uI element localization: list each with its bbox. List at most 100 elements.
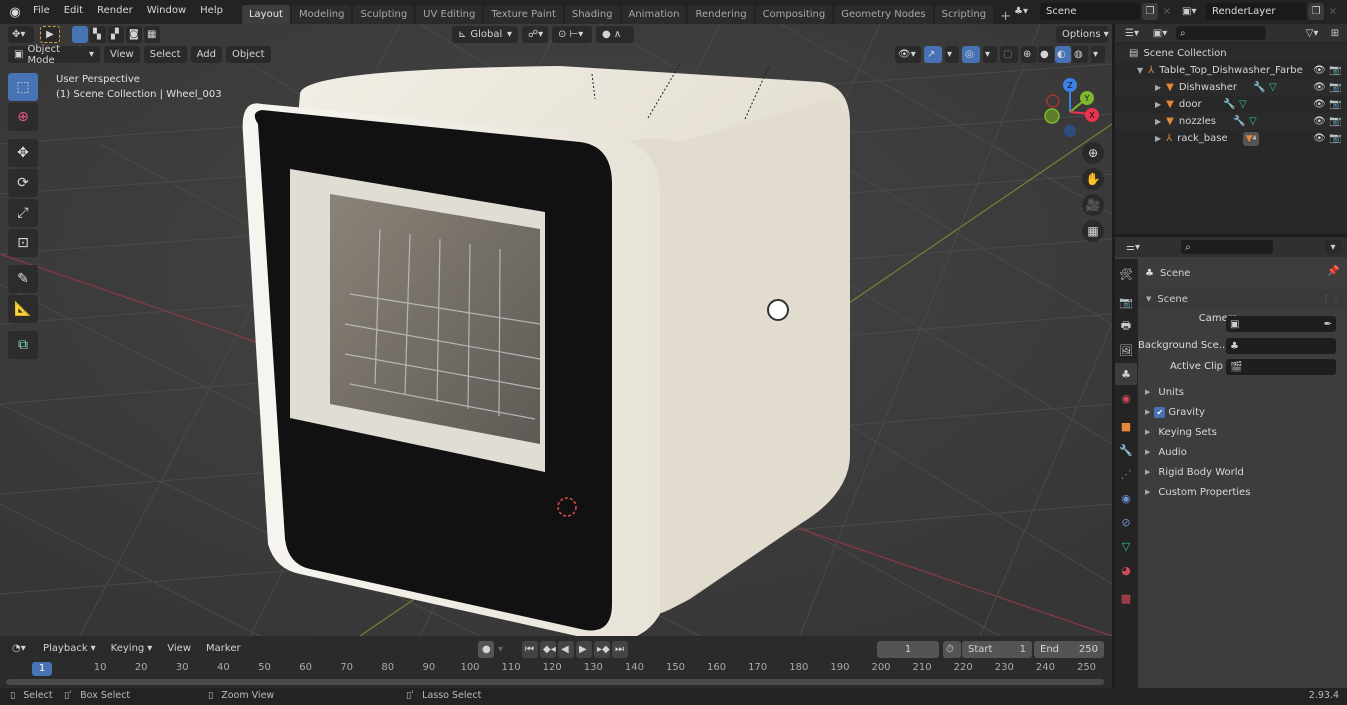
tool-add-cube[interactable]: ⧉: [8, 331, 38, 359]
play-reverse-button[interactable]: ◀: [558, 641, 574, 658]
tool-scale[interactable]: ⤢: [8, 199, 38, 227]
outliner-item[interactable]: ▶ ⅄ rack_base ▼ 4 👁 📷: [1115, 130, 1347, 147]
snap-dropdown[interactable]: ⊙ ⊢▾: [552, 26, 592, 43]
panel-scene-header[interactable]: ▼ Scene ⋮⋮: [1138, 289, 1347, 309]
tool-transform[interactable]: ⊡: [8, 229, 38, 257]
panel-units[interactable]: ▶ Units: [1145, 383, 1184, 401]
menu-help[interactable]: Help: [193, 0, 230, 24]
drag-handle-icon[interactable]: ⋮⋮: [1321, 294, 1341, 305]
panel-rigid-body-world[interactable]: ▶ Rigid Body World: [1145, 463, 1244, 481]
mesh-data-icon[interactable]: ▽: [1249, 116, 1257, 127]
menu-edit[interactable]: Edit: [57, 0, 90, 24]
visibility-eye-icon[interactable]: 👁: [1313, 116, 1326, 127]
tab-material[interactable]: ◕: [1115, 559, 1137, 581]
outliner-item[interactable]: ▶ ▼ door 🔧 ▽ 👁 📷: [1115, 96, 1347, 113]
tab-modifiers[interactable]: 🔧: [1115, 439, 1137, 461]
visibility-eye-icon[interactable]: 👁: [1313, 99, 1326, 110]
neg-y-axis-handle[interactable]: [1044, 108, 1060, 124]
mode-dropdown[interactable]: ▣ Object Mode ▾: [8, 44, 100, 66]
render-camera-icon[interactable]: 📷: [1329, 133, 1341, 144]
visibility-eye-icon[interactable]: 👁: [1313, 82, 1326, 93]
tab-texture-paint[interactable]: Texture Paint: [484, 5, 563, 24]
tab-geometry-nodes[interactable]: Geometry Nodes: [834, 5, 933, 24]
shading-solid[interactable]: ●: [1038, 46, 1054, 63]
options-dropdown[interactable]: Options ▾: [1056, 26, 1109, 43]
shading-rendered[interactable]: ◍: [1072, 46, 1088, 63]
delete-scene-button[interactable]: ×: [1160, 3, 1174, 20]
camera-view-button[interactable]: 🎥: [1082, 194, 1104, 216]
outliner-item[interactable]: ▶ ▼ nozzles 🔧 ▽ 👁 📷: [1115, 113, 1347, 130]
tool-move[interactable]: ✥: [8, 139, 38, 167]
shading-wireframe[interactable]: ⊕: [1021, 46, 1037, 63]
view-layer-name-field[interactable]: RenderLayer: [1206, 3, 1306, 20]
wrench-modifier-icon[interactable]: 🔧: [1223, 99, 1235, 110]
select-subtract-button[interactable]: ▞: [108, 26, 124, 43]
tab-constraints[interactable]: ⊘: [1115, 511, 1137, 533]
properties-editor-type[interactable]: ⚌▾: [1121, 242, 1145, 253]
render-camera-icon[interactable]: 📷: [1329, 65, 1341, 76]
panel-custom-properties[interactable]: ▶ Custom Properties: [1145, 483, 1250, 501]
tab-world[interactable]: ◉: [1115, 387, 1137, 409]
tab-uv-editing[interactable]: UV Editing: [416, 5, 483, 24]
tab-compositing[interactable]: Compositing: [755, 5, 833, 24]
expand-arrow-icon[interactable]: ▶: [1155, 83, 1161, 92]
dishwasher-model[interactable]: [242, 63, 850, 636]
panel-gravity[interactable]: ▶ ✔ Gravity: [1145, 403, 1205, 421]
tab-modeling[interactable]: Modeling: [291, 5, 352, 24]
mesh-data-icon[interactable]: ▽: [1269, 82, 1277, 93]
menu-file[interactable]: File: [26, 0, 57, 24]
transform-orientation-dropdown[interactable]: ⊾ Global ▾: [452, 26, 518, 43]
delete-view-layer-button[interactable]: ×: [1326, 3, 1340, 20]
pivot-point-dropdown[interactable]: ☍▾: [522, 26, 548, 43]
select-extend-button[interactable]: ▚: [90, 26, 106, 43]
menu-window[interactable]: Window: [140, 0, 193, 24]
active-clip-field[interactable]: 🎬: [1226, 359, 1336, 375]
tab-view-layer[interactable]: 🖼: [1115, 339, 1137, 361]
neg-x-axis-handle[interactable]: [1046, 94, 1060, 108]
expand-arrow-icon[interactable]: ▼: [1137, 66, 1143, 75]
xray-toggle[interactable]: ▢: [1000, 46, 1018, 63]
tool-select-box[interactable]: ⬚: [8, 73, 38, 101]
current-frame-marker[interactable]: 1: [32, 662, 52, 676]
overlay-toggle[interactable]: ◎: [962, 46, 980, 63]
auto-keying-toggle[interactable]: ●: [478, 641, 494, 658]
camera-field[interactable]: ▣ ✒: [1226, 316, 1336, 332]
tab-render[interactable]: 📷: [1115, 291, 1137, 313]
eyedropper-icon[interactable]: ✒: [1324, 319, 1332, 330]
tab-tool[interactable]: 🛠: [1115, 263, 1137, 285]
expand-arrow-icon[interactable]: ▶: [1155, 134, 1161, 143]
tab-data[interactable]: ▽: [1115, 535, 1137, 557]
new-view-layer-button[interactable]: ❐: [1308, 3, 1324, 20]
tab-rendering[interactable]: Rendering: [688, 5, 754, 24]
start-frame-field[interactable]: Start 1: [962, 641, 1032, 658]
expand-arrow-icon[interactable]: ▶: [1155, 100, 1161, 109]
menu-view[interactable]: View: [104, 46, 140, 63]
current-frame-field[interactable]: 1: [877, 641, 939, 658]
tool-annotate[interactable]: ✎: [8, 265, 38, 293]
panel-audio[interactable]: ▶ Audio: [1145, 443, 1187, 461]
keying-dropdown-arrow[interactable]: ▾: [496, 641, 510, 658]
menu-marker[interactable]: Marker: [200, 640, 247, 657]
outliner-item[interactable]: ▼ ⅄ Table_Top_Dishwasher_Farbe 👁 📷: [1115, 62, 1347, 79]
tab-animation[interactable]: Animation: [621, 5, 687, 24]
select-intersect-button[interactable]: ▦: [144, 26, 160, 43]
proportional-edit-dropdown[interactable]: ● ∧: [596, 26, 634, 43]
tab-scene[interactable]: ♣: [1115, 363, 1137, 385]
filter-dropdown[interactable]: ▽▾: [1301, 28, 1323, 39]
pin-icon[interactable]: 📌: [1327, 266, 1339, 277]
tab-particles[interactable]: ⋰: [1115, 463, 1137, 485]
playback-dropdown[interactable]: Playback ▾: [37, 640, 102, 657]
panel-keying-sets[interactable]: ▶ Keying Sets: [1145, 423, 1217, 441]
preview-range-toggle[interactable]: ⏱: [943, 641, 961, 658]
jump-end-button[interactable]: ⏭: [612, 641, 628, 658]
select-new-button[interactable]: [72, 26, 88, 43]
menu-object[interactable]: Object: [225, 46, 271, 63]
navigation-gizmo[interactable]: Z Y X: [1035, 74, 1105, 144]
tab-sculpting[interactable]: Sculpting: [353, 5, 415, 24]
visibility-eye-icon[interactable]: 👁: [1313, 133, 1326, 144]
tab-layout[interactable]: Layout: [241, 5, 290, 24]
zoom-button[interactable]: ⊕: [1082, 142, 1104, 164]
menu-add[interactable]: Add: [190, 46, 222, 63]
shading-material[interactable]: ◐: [1055, 46, 1071, 63]
outliner-search-input[interactable]: ⌕: [1176, 26, 1266, 40]
